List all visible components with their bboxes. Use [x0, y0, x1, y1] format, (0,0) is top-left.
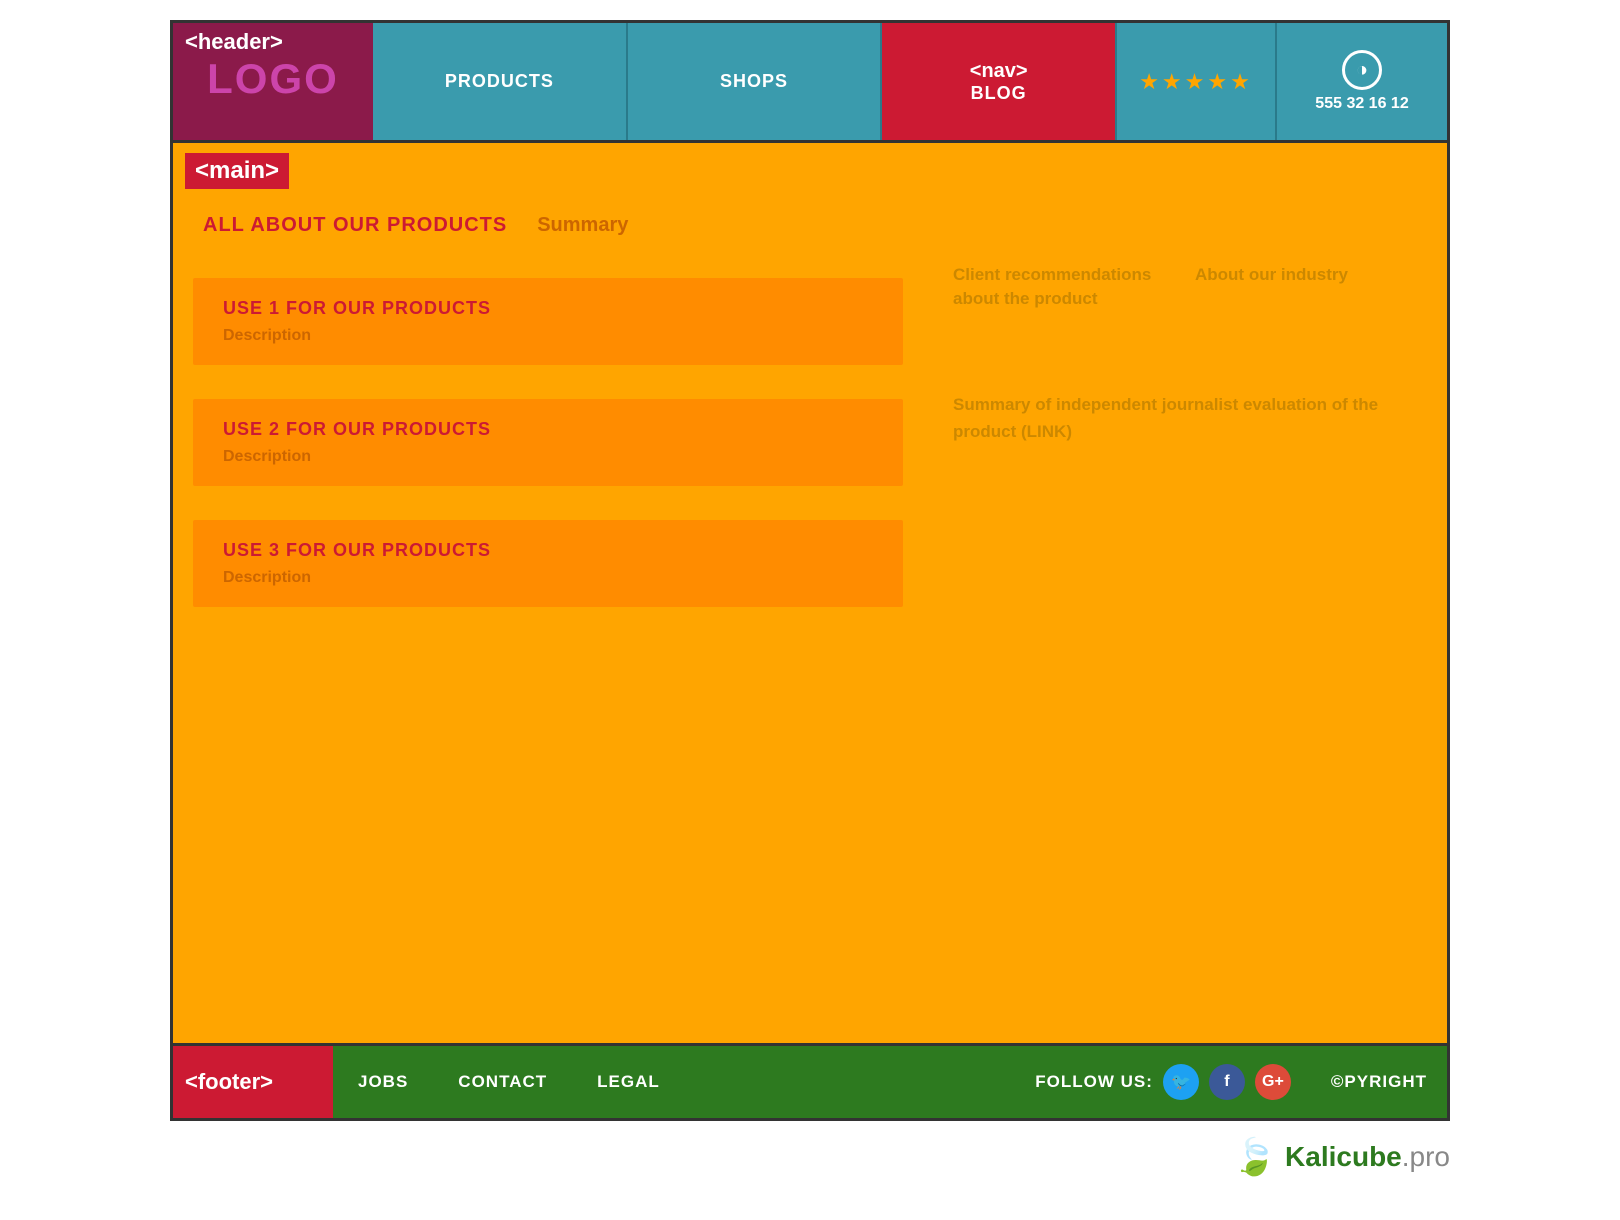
gap4 — [173, 615, 923, 633]
footer-legal[interactable]: LEGAL — [572, 1072, 685, 1092]
nav-phone[interactable]: ◑ 555 32 16 12 — [1277, 23, 1447, 140]
footer: <footer> JOBS CONTACT LEGAL FOLLOW US: 🐦… — [173, 1043, 1447, 1118]
footer-nav: JOBS CONTACT LEGAL — [333, 1072, 1015, 1092]
header-tag: <header> — [173, 23, 373, 55]
nav-blog-wrapper[interactable]: <nav> BLOG — [882, 23, 1117, 140]
main-left: <main> ALL ABOUT OUR PRODUCTS Summary US… — [173, 143, 923, 1043]
header: <header> LOGO PRODUCTS SHOPS <nav> BLOG … — [173, 23, 1447, 143]
product-3-desc: Description — [223, 569, 873, 587]
footer-tag: <footer> — [173, 1046, 333, 1118]
gap1 — [173, 252, 923, 270]
right-bottom: Summary of independent journalist evalua… — [953, 391, 1417, 445]
client-recommendations-block: Client recommendations about the product — [953, 263, 1175, 311]
main-header-row: ALL ABOUT OUR PRODUCTS Summary — [173, 199, 923, 252]
product-2-title: USE 2 FOR OUR PRODUCTS — [223, 419, 873, 440]
copyright: ©PYRIGHT — [1311, 1072, 1447, 1092]
star-rating: ★★★★★ — [1139, 69, 1253, 95]
logo[interactable]: LOGO — [207, 55, 339, 103]
product-2-desc: Description — [223, 448, 873, 466]
nav-stars: ★★★★★ — [1117, 23, 1277, 140]
header-left: <header> LOGO — [173, 23, 373, 140]
product-1-desc: Description — [223, 327, 873, 345]
footer-social: FOLLOW US: 🐦 f G+ — [1015, 1064, 1311, 1100]
nav-shops[interactable]: SHOPS — [628, 23, 883, 140]
product-block-2: USE 2 FOR OUR PRODUCTS Description — [193, 399, 903, 486]
brand-name: Kalicube.pro — [1285, 1141, 1450, 1173]
logo-area: LOGO — [173, 55, 373, 103]
main-right: Client recommendations about the product… — [923, 143, 1447, 1043]
product-block-1: USE 1 FOR OUR PRODUCTS Description — [193, 278, 903, 365]
about-block: About our industry — [1195, 263, 1417, 311]
googleplus-icon[interactable]: G+ — [1255, 1064, 1291, 1100]
product-1-title: USE 1 FOR OUR PRODUCTS — [223, 298, 873, 319]
follow-us-label: FOLLOW US: — [1035, 1072, 1153, 1092]
nav-area: PRODUCTS SHOPS <nav> BLOG ★★★★★ ◑ 555 32… — [373, 23, 1447, 140]
phone-icon: ◑ — [1342, 50, 1382, 90]
brand-logo: 🍃 Kalicube.pro — [1232, 1136, 1450, 1178]
phone-number: 555 32 16 12 — [1315, 95, 1408, 113]
product-block-3: USE 3 FOR OUR PRODUCTS Description — [193, 520, 903, 607]
main-section: <main> ALL ABOUT OUR PRODUCTS Summary US… — [173, 143, 1447, 1043]
main-summary-label[interactable]: Summary — [537, 214, 628, 237]
facebook-icon[interactable]: f — [1209, 1064, 1245, 1100]
main-tag-row: <main> — [173, 143, 923, 199]
main-tag: <main> — [185, 153, 289, 189]
twitter-icon[interactable]: 🐦 — [1163, 1064, 1199, 1100]
gap3 — [173, 494, 923, 512]
nav-blog: BLOG — [971, 83, 1027, 104]
about-text: About our industry — [1195, 263, 1417, 287]
client-recommendations-text: Client recommendations about the product — [953, 263, 1175, 311]
branding: 🍃 Kalicube.pro — [170, 1121, 1450, 1183]
main-title: ALL ABOUT OUR PRODUCTS — [203, 214, 507, 237]
brand-icon: 🍃 — [1232, 1136, 1277, 1178]
nav-tag: <nav> — [970, 60, 1028, 83]
gap2 — [173, 373, 923, 391]
right-top: Client recommendations about the product… — [953, 263, 1417, 311]
footer-jobs[interactable]: JOBS — [333, 1072, 433, 1092]
nav-products[interactable]: PRODUCTS — [373, 23, 628, 140]
journalist-summary-text[interactable]: Summary of independent journalist evalua… — [953, 391, 1417, 445]
product-3-title: USE 3 FOR OUR PRODUCTS — [223, 540, 873, 561]
footer-contact[interactable]: CONTACT — [433, 1072, 572, 1092]
